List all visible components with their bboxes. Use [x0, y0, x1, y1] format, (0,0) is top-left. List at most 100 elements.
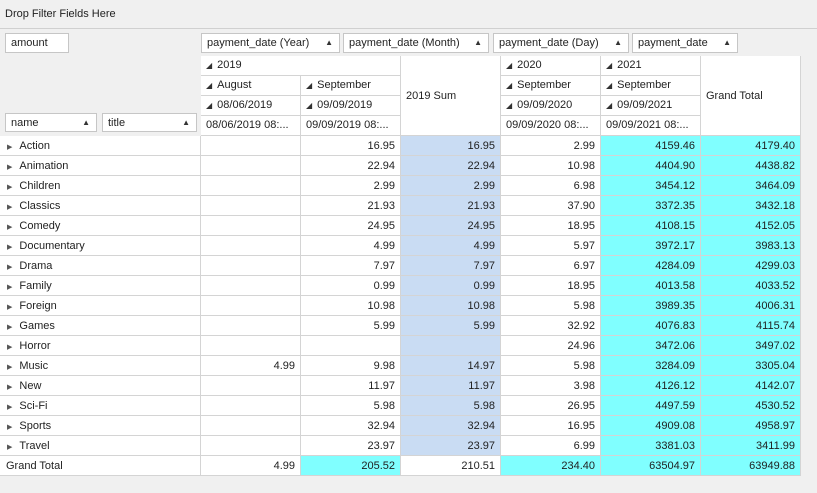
data-cell[interactable]: 32.92: [501, 316, 601, 336]
row-field-name[interactable]: name ▲: [5, 113, 97, 132]
data-cell[interactable]: 0.99: [401, 276, 501, 296]
row-header[interactable]: ▶ Classics: [0, 196, 201, 216]
data-cell[interactable]: 4404.90: [601, 156, 701, 176]
expand-row-icon[interactable]: ▶: [7, 344, 12, 351]
row-header[interactable]: ▶ New: [0, 376, 201, 396]
data-cell[interactable]: 3372.35: [601, 196, 701, 216]
collapse-icon[interactable]: ◢: [606, 61, 612, 70]
sort-ascending-icon[interactable]: ▲: [82, 118, 90, 127]
grand-total-cell[interactable]: 205.52: [301, 456, 401, 476]
data-cell[interactable]: 32.94: [401, 416, 501, 436]
data-cell[interactable]: [201, 236, 301, 256]
data-cell[interactable]: 16.95: [301, 136, 401, 156]
column-header-date[interactable]: 09/09/2021 08:...: [601, 116, 701, 136]
collapse-icon[interactable]: ◢: [506, 81, 512, 90]
data-cell[interactable]: 2.99: [501, 136, 601, 156]
grand-total-cell[interactable]: 4.99: [201, 456, 301, 476]
data-cell[interactable]: 23.97: [301, 436, 401, 456]
data-cell[interactable]: 23.97: [401, 436, 501, 456]
data-cell[interactable]: 3432.18: [701, 196, 801, 216]
column-field-year[interactable]: payment_date (Year) ▲: [201, 33, 340, 53]
data-cell[interactable]: 24.95: [401, 216, 501, 236]
data-cell[interactable]: 3464.09: [701, 176, 801, 196]
data-cell[interactable]: 22.94: [401, 156, 501, 176]
column-header-date[interactable]: 08/06/2019 08:...: [201, 116, 301, 136]
data-cell[interactable]: 3381.03: [601, 436, 701, 456]
filter-drop-area[interactable]: Drop Filter Fields Here: [0, 0, 817, 29]
row-header[interactable]: ▶ Comedy: [0, 216, 201, 236]
expand-row-icon[interactable]: ▶: [7, 204, 12, 211]
data-cell[interactable]: 4958.97: [701, 416, 801, 436]
data-cell[interactable]: 37.90: [501, 196, 601, 216]
data-cell[interactable]: 3972.17: [601, 236, 701, 256]
column-header-grand-total[interactable]: Grand Total: [701, 56, 801, 136]
data-cell[interactable]: 2.99: [301, 176, 401, 196]
data-cell[interactable]: 3305.04: [701, 356, 801, 376]
data-cell[interactable]: 4033.52: [701, 276, 801, 296]
data-cell[interactable]: 5.98: [301, 396, 401, 416]
row-header[interactable]: ▶ Sci-Fi: [0, 396, 201, 416]
data-cell[interactable]: 7.97: [301, 256, 401, 276]
data-cell[interactable]: 9.98: [301, 356, 401, 376]
column-header-day[interactable]: ◢ 08/06/2019: [201, 96, 301, 116]
collapse-icon[interactable]: ◢: [606, 101, 612, 110]
row-header[interactable]: ▶ Family: [0, 276, 201, 296]
data-cell[interactable]: [401, 336, 501, 356]
row-header[interactable]: ▶ Children: [0, 176, 201, 196]
column-header-date[interactable]: 09/09/2020 08:...: [501, 116, 601, 136]
column-header-year-sum[interactable]: 2019 Sum: [401, 56, 501, 136]
data-cell[interactable]: [201, 376, 301, 396]
collapse-icon[interactable]: ◢: [506, 101, 512, 110]
column-field-date[interactable]: payment_date ▲: [632, 33, 738, 53]
data-cell[interactable]: [201, 316, 301, 336]
data-cell[interactable]: 3284.09: [601, 356, 701, 376]
data-cell[interactable]: 5.99: [401, 316, 501, 336]
data-cell[interactable]: 22.94: [301, 156, 401, 176]
data-cell[interactable]: [301, 336, 401, 356]
column-header-year[interactable]: ◢ 2019: [201, 56, 401, 76]
data-cell[interactable]: 3472.06: [601, 336, 701, 356]
column-header-month[interactable]: ◢ September: [601, 76, 701, 96]
data-cell[interactable]: 6.99: [501, 436, 601, 456]
data-cell[interactable]: 5.98: [501, 356, 601, 376]
data-cell[interactable]: 24.95: [301, 216, 401, 236]
expand-row-icon[interactable]: ▶: [7, 244, 12, 251]
column-header-year[interactable]: ◢ 2020: [501, 56, 601, 76]
data-cell[interactable]: 32.94: [301, 416, 401, 436]
sort-ascending-icon[interactable]: ▲: [614, 38, 622, 47]
data-cell[interactable]: 18.95: [501, 276, 601, 296]
data-cell[interactable]: 18.95: [501, 216, 601, 236]
data-cell[interactable]: 3497.02: [701, 336, 801, 356]
data-cell[interactable]: 4179.40: [701, 136, 801, 156]
sort-ascending-icon[interactable]: ▲: [325, 38, 333, 47]
data-cell[interactable]: 21.93: [301, 196, 401, 216]
row-header[interactable]: ▶ Sports: [0, 416, 201, 436]
expand-row-icon[interactable]: ▶: [7, 184, 12, 191]
data-cell[interactable]: 4142.07: [701, 376, 801, 396]
data-cell[interactable]: [201, 436, 301, 456]
data-cell[interactable]: 10.98: [401, 296, 501, 316]
data-cell[interactable]: [201, 136, 301, 156]
expand-row-icon[interactable]: ▶: [7, 384, 12, 391]
data-cell[interactable]: [201, 256, 301, 276]
data-cell[interactable]: 26.95: [501, 396, 601, 416]
collapse-icon[interactable]: ◢: [206, 101, 212, 110]
column-header-day[interactable]: ◢ 09/09/2020: [501, 96, 601, 116]
data-cell[interactable]: 4006.31: [701, 296, 801, 316]
sort-ascending-icon[interactable]: ▲: [474, 38, 482, 47]
data-cell[interactable]: 21.93: [401, 196, 501, 216]
data-cell[interactable]: 5.98: [401, 396, 501, 416]
data-cell[interactable]: 4115.74: [701, 316, 801, 336]
data-cell[interactable]: 5.99: [301, 316, 401, 336]
data-cell[interactable]: 3983.13: [701, 236, 801, 256]
data-cell[interactable]: 16.95: [401, 136, 501, 156]
data-cell[interactable]: 4909.08: [601, 416, 701, 436]
row-header[interactable]: ▶ Travel: [0, 436, 201, 456]
data-cell[interactable]: 4.99: [301, 236, 401, 256]
column-header-day[interactable]: ◢ 09/09/2021: [601, 96, 701, 116]
expand-row-icon[interactable]: ▶: [7, 324, 12, 331]
column-header-day[interactable]: ◢ 09/09/2019: [301, 96, 401, 116]
grand-total-cell[interactable]: 63504.97: [601, 456, 701, 476]
expand-row-icon[interactable]: ▶: [7, 164, 12, 171]
data-cell[interactable]: 4159.46: [601, 136, 701, 156]
